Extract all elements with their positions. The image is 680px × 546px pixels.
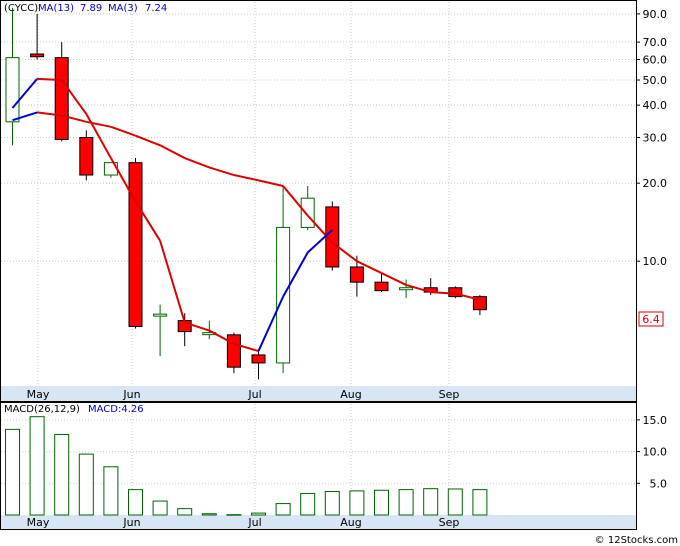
watermark: © 12Stocks.com: [595, 535, 678, 546]
macd-bar: [275, 503, 291, 516]
candle-body: [374, 281, 389, 292]
macd-bar: [349, 490, 365, 516]
macd-bar: [226, 514, 242, 516]
macd-bar: [78, 453, 94, 516]
price-x-tick-label: Jul: [247, 388, 261, 401]
candle-body: [5, 57, 20, 123]
ma3-line-segment: [37, 77, 62, 82]
macd-bar: [374, 489, 389, 516]
candle-body: [30, 53, 45, 58]
price-x-tick-label: Sep: [439, 388, 460, 401]
ma13-label: MA(13): [38, 3, 74, 14]
macd-bar: [324, 491, 340, 516]
candle: [79, 130, 94, 181]
macd-bar: [423, 488, 439, 516]
price-y-tick-label: 60.0: [643, 54, 668, 67]
price-x-tick-label: Aug: [340, 388, 361, 401]
price-y-tick-label: 10.0: [643, 255, 668, 268]
candle-body: [349, 266, 364, 283]
macd-bar: [54, 433, 70, 516]
price-y-tick-label: 20.0: [643, 177, 668, 190]
macd-x-tick-label: May: [27, 516, 50, 529]
macd-bar: [300, 492, 316, 516]
macd-indicator-label: MACD(26,12,9): [4, 404, 80, 415]
macd-bar: [29, 416, 45, 516]
price-y-tick-label: 30.0: [643, 132, 668, 145]
price-y-tick-label: 40.0: [643, 99, 668, 112]
macd-x-tick-label: Jun: [122, 516, 140, 529]
macd-x-tick-label: Sep: [439, 516, 460, 529]
macd-y-tick-label: 10.0: [643, 446, 668, 459]
macd-bar: [201, 513, 217, 516]
macd-y-axis: 15.0 10.0 5.0: [636, 414, 667, 490]
macd-date-strip: [1, 515, 636, 529]
macd-bar: [177, 508, 193, 516]
macd-bar: [103, 466, 119, 516]
macd-y-tick-label: 15.0: [643, 414, 668, 427]
price-y-tick-label: 90.0: [643, 8, 668, 21]
price-y-axis: 90.0 70.0 60.0 50.0 40.0 30.0 20.0 10.0: [636, 8, 667, 268]
candle-body: [251, 354, 266, 364]
macd-bar: [152, 500, 168, 516]
candle: [128, 158, 143, 329]
price-y-tick-label: 70.0: [643, 36, 668, 49]
price-panel-frame: [0, 0, 637, 402]
macd-bar: [398, 489, 414, 516]
macd-bar: [472, 489, 488, 516]
candle-body: [226, 334, 241, 368]
price-y-tick-label: 50.0: [643, 74, 668, 87]
candle-body: [79, 137, 94, 176]
last-price-value: 6.4: [642, 313, 660, 326]
candle: [325, 201, 340, 271]
macd-x-tick-label: Aug: [340, 516, 361, 529]
macd-bar: [5, 428, 20, 516]
stock-chart: 90.0 70.0 60.0 50.0 40.0 30.0 20.0 10.0 15.0 10.…: [0, 0, 678, 546]
candle: [448, 286, 463, 299]
ma3-label: MA(3): [108, 3, 138, 14]
symbol-label: (CYCC): [4, 3, 38, 14]
candle-body: [399, 287, 414, 291]
macd-bar: [447, 488, 463, 516]
candle-body: [153, 313, 168, 317]
candle: [226, 332, 241, 374]
ma3-value: 7.24: [145, 3, 167, 14]
macd-y-tick-label: 5.0: [650, 477, 668, 490]
macd-panel-frame: [0, 402, 637, 530]
candle-body: [300, 197, 315, 228]
ma13-value: 7.89: [80, 3, 102, 14]
price-x-tick-label: May: [27, 388, 50, 401]
price-date-strip: [1, 386, 636, 401]
macd-bar: [251, 512, 266, 516]
candle-body: [128, 162, 143, 327]
macd-x-tick-label: Jul: [247, 516, 261, 529]
price-x-tick-label: Jun: [122, 388, 140, 401]
candle-body: [54, 57, 69, 140]
macd-value-label: MACD:4.26: [88, 404, 144, 415]
macd-bar: [128, 489, 143, 516]
